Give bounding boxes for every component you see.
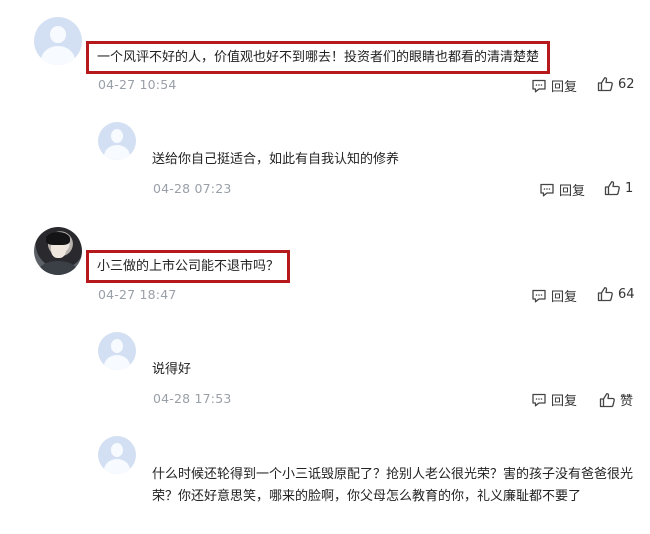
avatar-body-shape	[41, 45, 75, 65]
avatar[interactable]	[34, 227, 82, 275]
avatar-body-shape	[103, 144, 131, 160]
comment-text: 什么时候还轮得到一个小三诋毁原配了？抢别人老公很光荣？害的孩子没有爸爸很光荣？你…	[152, 467, 634, 504]
comment-timestamp: 04-27 10:54	[98, 77, 177, 92]
avatar-head-shape	[110, 338, 124, 353]
thumbs-up-icon	[597, 77, 613, 92]
like-count: 1	[625, 180, 634, 196]
like-label: 赞	[620, 394, 634, 409]
avatar[interactable]	[98, 332, 136, 370]
like-button[interactable]: 赞	[599, 390, 633, 409]
comment-text: 送给你自己挺适合，如此有自我认知的修养	[152, 152, 400, 167]
avatar-body-shape	[103, 458, 131, 474]
thumbs-up-icon	[597, 287, 613, 302]
reply-label: 回复	[559, 184, 586, 199]
avatar-hair-shape	[46, 231, 71, 246]
comment-text: 小三做的上市公司能不退市吗？	[86, 250, 291, 283]
comment-bubble-icon	[532, 289, 546, 302]
avatar-body-shape	[103, 354, 131, 370]
avatar[interactable]	[98, 436, 136, 474]
comment-timestamp: 04-28 07:23	[153, 181, 232, 196]
thumbs-up-icon	[599, 392, 615, 407]
reply-button[interactable]: 回复	[531, 390, 577, 409]
avatar-shoulder-shape	[38, 260, 78, 275]
comment-bubble-icon	[540, 183, 554, 196]
reply-button[interactable]: 回复	[531, 76, 577, 95]
like-button[interactable]: 64	[597, 286, 635, 302]
like-count: 62	[618, 76, 635, 92]
thumbs-up-icon	[604, 181, 620, 196]
avatar-head-shape	[50, 25, 66, 43]
reply-label: 回复	[551, 80, 578, 95]
avatar-head-shape	[110, 442, 124, 457]
reply-label: 回复	[551, 290, 578, 305]
like-button[interactable]: 1	[604, 180, 633, 196]
comment-bubble-icon	[532, 393, 546, 406]
reply-label: 回复	[551, 394, 578, 409]
like-button[interactable]: 62	[597, 76, 635, 92]
avatar-head-shape	[110, 128, 124, 143]
like-count: 64	[618, 286, 635, 302]
comment-text: 说得好	[152, 362, 192, 377]
comment-timestamp: 04-27 18:47	[98, 287, 177, 302]
reply-button[interactable]: 回复	[531, 286, 577, 305]
avatar[interactable]	[34, 17, 82, 65]
comment-text: 一个风评不好的人，价值观也好不到哪去！投资者们的眼睛也都看的清清楚楚	[86, 41, 551, 74]
avatar[interactable]	[98, 122, 136, 160]
comment-bubble-icon	[532, 79, 546, 92]
comment-timestamp: 04-28 17:53	[153, 391, 232, 406]
reply-button[interactable]: 回复	[539, 180, 585, 199]
